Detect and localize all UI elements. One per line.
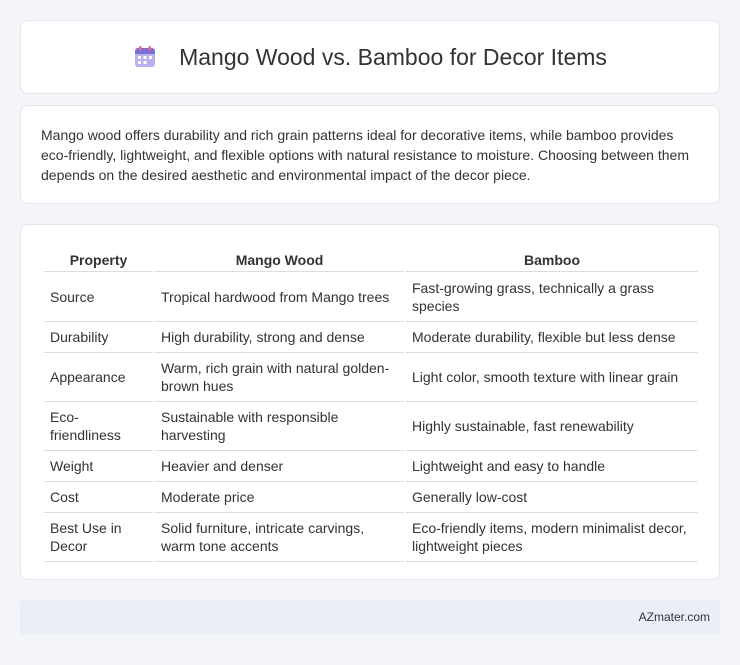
table-cell: Highly sustainable, fast renewability <box>406 401 698 450</box>
table-cell: High durability, strong and dense <box>155 321 404 352</box>
table-cell: Heavier and denser <box>155 450 404 481</box>
header-bamboo: Bamboo <box>524 251 580 268</box>
table-cell: Eco-friendliness <box>44 401 153 450</box>
table-cell: Source <box>44 271 153 321</box>
table-cell: Warm, rich grain with natural golden-bro… <box>155 352 404 401</box>
table-cell: Light color, smooth texture with linear … <box>406 352 698 401</box>
table-cell: Appearance <box>44 352 153 401</box>
table-card: Property Mango Wood Bamboo Source Tropic… <box>20 224 720 580</box>
table-row: Durability High durability, strong and d… <box>44 321 698 352</box>
title-card: Mango Wood vs. Bamboo for Decor Items <box>20 20 720 94</box>
footer-bar: AZmater.com <box>20 600 720 634</box>
table-header-row: Property Mango Wood Bamboo <box>44 245 698 271</box>
footer-site-label: AZmater.com <box>638 610 710 624</box>
table-cell: Best Use in Decor <box>44 512 153 562</box>
comparison-table: Property Mango Wood Bamboo Source Tropic… <box>42 245 700 562</box>
intro-card: Mango wood offers durability and rich gr… <box>20 105 720 204</box>
table-cell: Fast-growing grass, technically a grass … <box>406 271 698 321</box>
table-row: Best Use in Decor Solid furniture, intri… <box>44 512 698 562</box>
table-cell: Lightweight and easy to handle <box>406 450 698 481</box>
calendar-icon <box>133 45 157 69</box>
header-mango-wood: Mango Wood <box>235 251 324 268</box>
table-cell: Moderate price <box>155 481 404 512</box>
header-property: Property <box>69 251 128 268</box>
table-row: Eco-friendliness Sustainable with respon… <box>44 401 698 450</box>
table-cell: Generally low-cost <box>406 481 698 512</box>
table-cell: Tropical hardwood from Mango trees <box>155 271 404 321</box>
page-title: Mango Wood vs. Bamboo for Decor Items <box>179 43 607 70</box>
table-cell: Solid furniture, intricate carvings, war… <box>155 512 404 562</box>
table-cell: Sustainable with responsible harvesting <box>155 401 404 450</box>
table-row: Source Tropical hardwood from Mango tree… <box>44 271 698 321</box>
table-cell: Cost <box>44 481 153 512</box>
table-cell: Weight <box>44 450 153 481</box>
table-row: Cost Moderate price Generally low-cost <box>44 481 698 512</box>
table-cell: Durability <box>44 321 153 352</box>
intro-paragraph: Mango wood offers durability and rich gr… <box>41 127 689 183</box>
table-cell: Eco-friendly items, modern minimalist de… <box>406 512 698 562</box>
table-row: Weight Heavier and denser Lightweight an… <box>44 450 698 481</box>
table-cell: Moderate durability, flexible but less d… <box>406 321 698 352</box>
table-row: Appearance Warm, rich grain with natural… <box>44 352 698 401</box>
